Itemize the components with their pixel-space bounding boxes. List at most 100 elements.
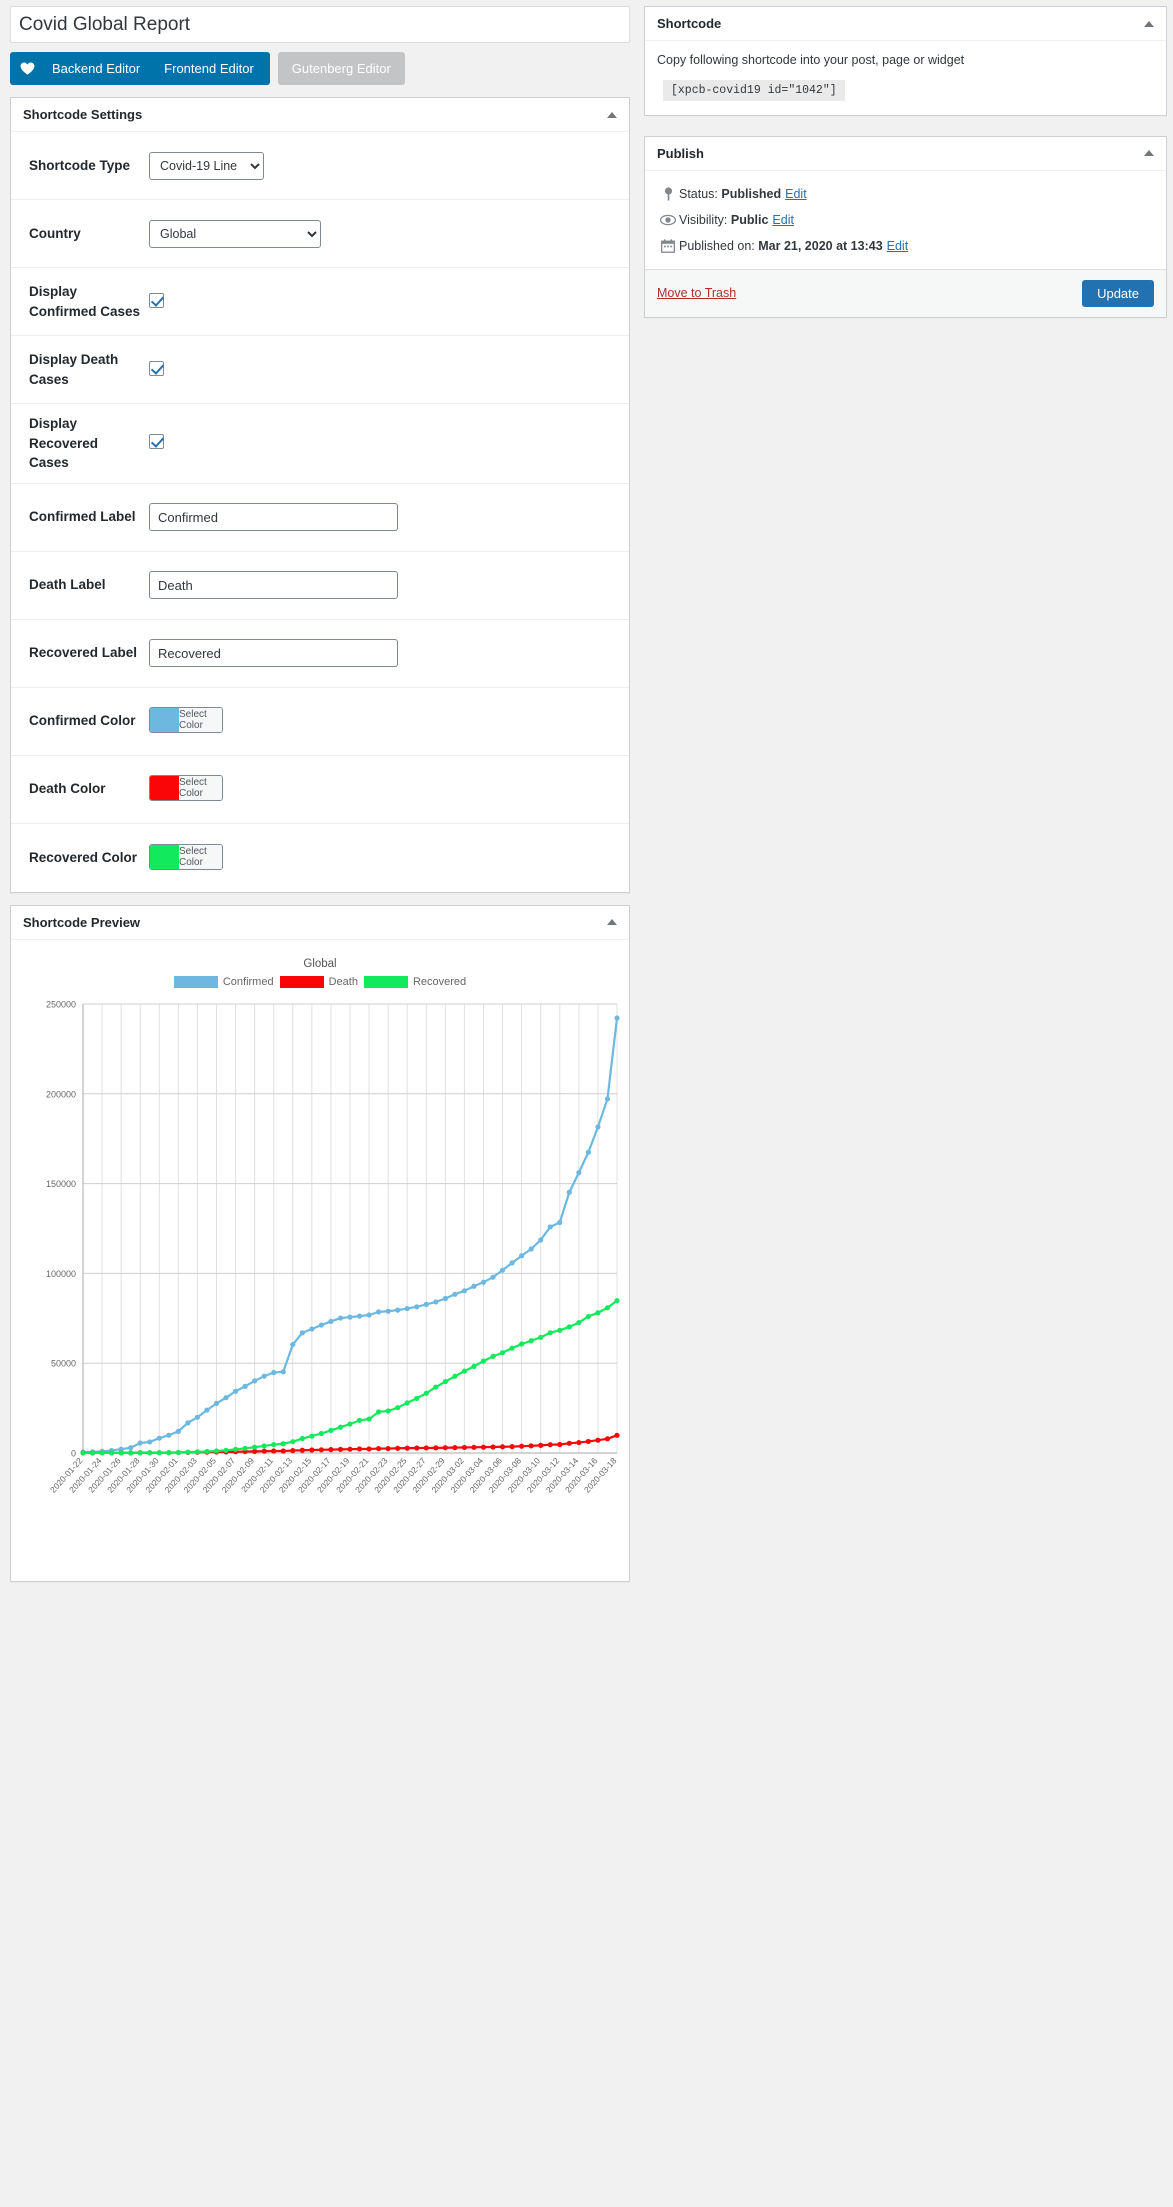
recovered-color-swatch — [150, 844, 179, 869]
chart-legend: Confirmed Death Recovered — [11, 975, 629, 988]
vc-heart-icon — [14, 52, 40, 85]
legend-item-recovered[interactable]: Recovered — [363, 975, 467, 988]
setting-label-display-confirmed: Display Confirmed Cases — [29, 283, 141, 319]
chevron-up-icon[interactable] — [1144, 20, 1154, 27]
calendar-icon — [657, 239, 679, 253]
update-button[interactable]: Update — [1082, 279, 1154, 307]
setting-label-shortcode-type: Shortcode Type — [29, 157, 131, 173]
shortcode-settings-panel: Shortcode Settings Shortcode Type Covid-… — [10, 97, 630, 893]
setting-row-death-label: Death Label — [11, 552, 629, 620]
shortcode-box: Shortcode Copy following shortcode into … — [644, 6, 1167, 116]
setting-label-display-death: Display Death Cases — [29, 351, 119, 387]
legend-item-confirmed[interactable]: Confirmed — [173, 975, 274, 988]
publish-actions: Move to Trash Update — [645, 268, 1166, 317]
legend-swatch-recovered — [363, 975, 408, 988]
shortcode-type-select[interactable]: Covid-19 Line Chart — [149, 151, 264, 180]
publish-date-row: Published on: Mar 21, 2020 at 13:43 Edit — [657, 233, 1154, 259]
covid-line-chart: 0500001000001500002000002500002020-01-22… — [46, 999, 620, 1494]
svg-text:150000: 150000 — [46, 1179, 76, 1189]
sidebar-column: Shortcode Copy following shortcode into … — [644, 6, 1167, 318]
main-column: Backend Editor Frontend Editor Gutenberg… — [10, 6, 630, 1582]
publish-visibility-value: Public — [730, 212, 769, 227]
shortcode-box-header[interactable]: Shortcode — [645, 7, 1166, 41]
setting-label-death-label: Death Label — [29, 577, 106, 593]
setting-label-death-color: Death Color — [29, 781, 106, 797]
publish-box: Publish Status: Published Edit Visibilit… — [644, 135, 1167, 318]
shortcode-box-title: Shortcode — [657, 16, 722, 31]
visual-composer-editor-group: Backend Editor Frontend Editor — [10, 52, 270, 85]
publish-box-header[interactable]: Publish — [645, 137, 1166, 171]
pin-icon — [657, 187, 679, 201]
setting-row-display-confirmed: Display Confirmed Cases — [11, 268, 629, 336]
publish-visibility-label: Visibility: — [679, 212, 728, 227]
shortcode-preview-panel: Shortcode Preview Global Confirmed Death R… — [10, 904, 630, 1582]
setting-row-recovered-label: Recovered Label — [11, 620, 629, 688]
eye-icon — [657, 214, 679, 226]
setting-label-recovered-color: Recovered Color — [29, 849, 138, 865]
publish-status-row: Status: Published Edit — [657, 181, 1154, 207]
setting-label-recovered-label: Recovered Label — [29, 645, 138, 661]
legend-swatch-death — [279, 975, 324, 988]
publish-status-value: Published — [721, 186, 782, 201]
confirmed-color-picker[interactable]: Select Color — [149, 707, 223, 734]
confirmed-label-input[interactable] — [149, 503, 398, 532]
shortcode-settings-body: Shortcode Type Covid-19 Line Chart Count… — [11, 132, 629, 892]
publish-date-label: Published on: — [679, 238, 755, 253]
shortcode-settings-header[interactable]: Shortcode Settings — [11, 98, 629, 132]
display-recovered-checkbox[interactable] — [149, 434, 164, 450]
publish-visibility-row: Visibility: Public Edit — [657, 207, 1154, 233]
death-label-input[interactable] — [149, 571, 398, 600]
editor-toolbar: Backend Editor Frontend Editor Gutenberg… — [10, 52, 630, 85]
setting-label-display-recovered: Display Recovered Cases — [29, 416, 99, 471]
shortcode-settings-title: Shortcode Settings — [23, 107, 143, 122]
shortcode-description: Copy following shortcode into your post,… — [657, 53, 965, 67]
publish-status-label: Status: — [679, 186, 718, 201]
legend-item-death[interactable]: Death — [279, 975, 358, 988]
legend-label-recovered: Recovered — [412, 975, 467, 988]
gutenberg-editor-button[interactable]: Gutenberg Editor — [277, 52, 405, 85]
shortcode-code[interactable]: [xpcb-covid19 id="1042"] — [663, 79, 845, 101]
death-color-swatch — [150, 776, 179, 801]
chart-container: Global Confirmed Death Recovered 0 50000 100… — [11, 940, 629, 1581]
confirmed-select-color-label: Select Color — [179, 708, 222, 733]
chart-title: Global — [303, 957, 337, 970]
publish-box-title: Publish — [657, 145, 704, 161]
post-title-input[interactable] — [10, 6, 630, 43]
chevron-up-icon[interactable] — [1144, 150, 1154, 157]
move-to-trash-link[interactable]: Move to Trash — [657, 286, 736, 300]
backend-editor-button[interactable]: Backend Editor — [40, 52, 152, 85]
publish-date-edit-link[interactable]: Edit — [887, 239, 909, 253]
publish-status-edit-link[interactable]: Edit — [785, 187, 807, 201]
chevron-up-icon[interactable] — [607, 919, 617, 926]
display-death-checkbox[interactable] — [149, 360, 164, 376]
frontend-editor-button[interactable]: Frontend Editor — [152, 52, 266, 85]
legend-label-confirmed: Confirmed — [222, 975, 274, 988]
recovered-color-picker[interactable]: Select Color — [149, 843, 223, 870]
setting-row-confirmed-color: Confirmed Color Select Color — [11, 688, 629, 756]
svg-text:50000: 50000 — [51, 1358, 76, 1368]
publish-visibility-edit-link[interactable]: Edit — [772, 213, 794, 227]
confirmed-color-swatch — [150, 708, 179, 733]
shortcode-preview-header[interactable]: Shortcode Preview — [11, 906, 629, 940]
svg-text:200000: 200000 — [46, 1089, 76, 1099]
death-color-picker[interactable]: Select Color — [149, 775, 223, 802]
setting-row-shortcode-type: Shortcode Type Covid-19 Line Chart — [11, 132, 629, 200]
svg-text:100000: 100000 — [46, 1269, 76, 1279]
chevron-up-icon[interactable] — [607, 111, 617, 118]
setting-row-display-recovered: Display Recovered Cases — [11, 404, 629, 484]
legend-swatch-confirmed — [173, 975, 218, 988]
setting-row-confirmed-label: Confirmed Label — [11, 484, 629, 552]
setting-row-recovered-color: Recovered Color Select Color — [11, 824, 629, 892]
display-confirmed-checkbox[interactable] — [149, 292, 164, 308]
country-select[interactable]: Global — [149, 219, 321, 248]
setting-row-display-death: Display Death Cases — [11, 336, 629, 404]
recovered-label-input[interactable] — [149, 639, 398, 668]
publish-box-body: Status: Published Edit Visibility: Publi… — [645, 171, 1166, 317]
shortcode-box-body: Copy following shortcode into your post,… — [645, 41, 1166, 115]
death-select-color-label: Select Color — [179, 776, 222, 801]
publish-date-value: Mar 21, 2020 at 13:43 — [758, 238, 883, 253]
setting-row-death-color: Death Color Select Color — [11, 756, 629, 824]
setting-row-country: Country Global — [11, 200, 629, 268]
setting-label-confirmed-color: Confirmed Color — [29, 713, 136, 729]
setting-label-confirmed-label: Confirmed Label — [29, 509, 136, 525]
